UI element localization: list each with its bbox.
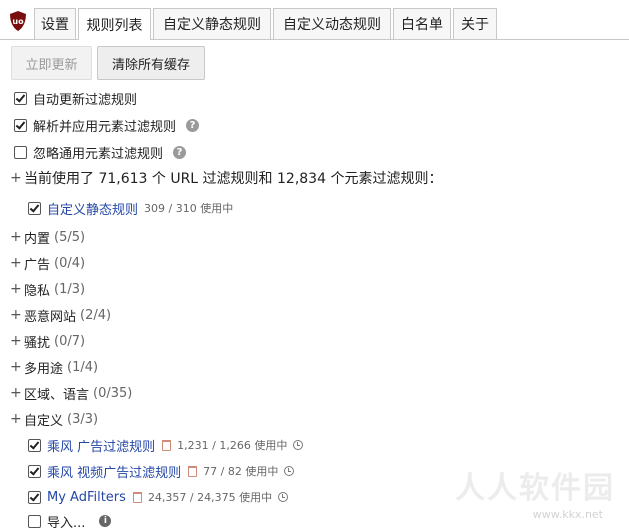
- group-name: 恶意网站: [24, 309, 77, 325]
- update-now-button[interactable]: 立即更新: [11, 46, 92, 80]
- expand-icon[interactable]: +: [10, 229, 22, 245]
- clock-icon: [278, 492, 289, 502]
- group-row[interactable]: + 广告 (0/4): [10, 252, 85, 274]
- expand-icon[interactable]: +: [10, 359, 22, 375]
- svg-text:uo: uo: [12, 17, 24, 26]
- summary-row[interactable]: + 当前使用了 71,613 个 URL 过滤规则和 12,834 个元素过滤规…: [10, 167, 442, 189]
- group-row[interactable]: + 内置 (5/5): [10, 226, 85, 248]
- group-name: 自定义: [24, 413, 64, 429]
- list-link[interactable]: 乘风 视频广告过滤规则: [47, 462, 181, 481]
- list-stat: 77 / 82 使用中: [203, 465, 279, 478]
- group-count: (1/3): [54, 281, 86, 297]
- tab-my-filters[interactable]: 自定义静态规则: [153, 8, 271, 39]
- tab-settings[interactable]: 设置: [34, 8, 76, 39]
- list-item[interactable]: 乘风 视频广告过滤规则 77 / 82 使用中: [28, 460, 295, 482]
- group-row[interactable]: + 区域、语言 (0/35): [10, 382, 132, 404]
- import-label: 导入...: [47, 515, 86, 531]
- user-filters-row[interactable]: 自定义静态规则 309 / 310 使用中: [28, 197, 233, 219]
- watermark-url: www.kkx.net: [532, 508, 603, 521]
- group-name: 骚扰: [24, 335, 51, 351]
- auto-update-checkbox[interactable]: [14, 91, 27, 105]
- list-link[interactable]: My AdFilters: [47, 490, 126, 505]
- help-icon[interactable]: ?: [173, 145, 187, 159]
- parse-cosmetic-label: 解析并应用元素过滤规则: [33, 119, 177, 135]
- expand-icon[interactable]: +: [10, 411, 22, 427]
- tab-bar: uo 设置 规则列表 自定义静态规则 自定义动态规则 白名单 关于: [0, 0, 629, 40]
- expand-icon[interactable]: +: [10, 255, 22, 271]
- option-parse-cosmetic[interactable]: 解析并应用元素过滤规则 ?: [14, 114, 200, 136]
- group-count: (5/5): [54, 229, 86, 245]
- expand-icon[interactable]: +: [10, 385, 22, 401]
- parse-cosmetic-checkbox[interactable]: [14, 118, 27, 132]
- list-item[interactable]: My AdFilters 24,357 / 24,375 使用中: [28, 486, 289, 508]
- list-stat: 1,231 / 1,266 使用中: [177, 439, 288, 452]
- group-count: (1/4): [67, 359, 99, 375]
- user-filters-stat: 309 / 310 使用中: [144, 202, 234, 215]
- group-name: 区域、语言: [24, 387, 90, 403]
- list-checkbox[interactable]: [28, 438, 41, 452]
- group-row[interactable]: + 多用途 (1/4): [10, 356, 98, 378]
- group-row[interactable]: + 恶意网站 (2/4): [10, 304, 111, 326]
- import-checkbox[interactable]: [28, 514, 41, 528]
- group-name: 广告: [24, 257, 51, 273]
- ublock-shield-icon: uo: [10, 11, 26, 31]
- group-name: 内置: [24, 231, 51, 247]
- tab-whitelist[interactable]: 白名单: [393, 8, 451, 39]
- info-icon[interactable]: i: [99, 515, 112, 527]
- trash-icon[interactable]: [188, 465, 198, 477]
- ignore-generic-checkbox[interactable]: [14, 145, 27, 159]
- group-count: (2/4): [80, 307, 112, 323]
- clock-icon: [284, 466, 295, 476]
- auto-update-label: 自动更新过滤规则: [33, 92, 138, 108]
- group-count: (0/4): [54, 255, 86, 271]
- option-auto-update[interactable]: 自动更新过滤规则: [14, 87, 137, 109]
- list-stat: 24,357 / 24,375 使用中: [147, 491, 273, 504]
- list-link[interactable]: 乘风 广告过滤规则: [47, 436, 155, 455]
- tab-filter-lists[interactable]: 规则列表: [78, 8, 151, 40]
- ignore-generic-label: 忽略通用元素过滤规则: [33, 146, 164, 162]
- group-count: (0/7): [54, 333, 86, 349]
- group-count: (3/3): [67, 411, 99, 427]
- trash-icon[interactable]: [132, 491, 142, 503]
- group-name: 隐私: [24, 283, 51, 299]
- trash-icon[interactable]: [162, 439, 172, 451]
- group-row[interactable]: + 自定义 (3/3): [10, 408, 98, 430]
- help-icon[interactable]: ?: [186, 118, 200, 132]
- expand-icon[interactable]: +: [10, 170, 22, 186]
- group-count: (0/35): [93, 385, 133, 401]
- group-row[interactable]: + 隐私 (1/3): [10, 278, 85, 300]
- option-ignore-generic[interactable]: 忽略通用元素过滤规则 ?: [14, 141, 187, 163]
- user-filters-checkbox[interactable]: [28, 201, 41, 215]
- list-item[interactable]: 乘风 广告过滤规则 1,231 / 1,266 使用中: [28, 434, 304, 456]
- expand-icon[interactable]: +: [10, 333, 22, 349]
- user-filters-link[interactable]: 自定义静态规则: [47, 199, 138, 218]
- group-name: 多用途: [24, 361, 64, 377]
- expand-icon[interactable]: +: [10, 307, 22, 323]
- clock-icon: [293, 440, 304, 450]
- list-checkbox[interactable]: [28, 490, 41, 504]
- watermark: 人人软件园: [455, 471, 615, 506]
- expand-icon[interactable]: +: [10, 281, 22, 297]
- import-row[interactable]: 导入... i: [28, 510, 112, 532]
- tab-about[interactable]: 关于: [453, 8, 497, 39]
- tab-my-rules[interactable]: 自定义动态规则: [273, 8, 391, 39]
- summary-text: 当前使用了 71,613 个 URL 过滤规则和 12,834 个元素过滤规则：: [24, 171, 443, 187]
- list-checkbox[interactable]: [28, 464, 41, 478]
- purge-cache-button[interactable]: 清除所有缓存: [97, 46, 205, 80]
- group-row[interactable]: + 骚扰 (0/7): [10, 330, 85, 352]
